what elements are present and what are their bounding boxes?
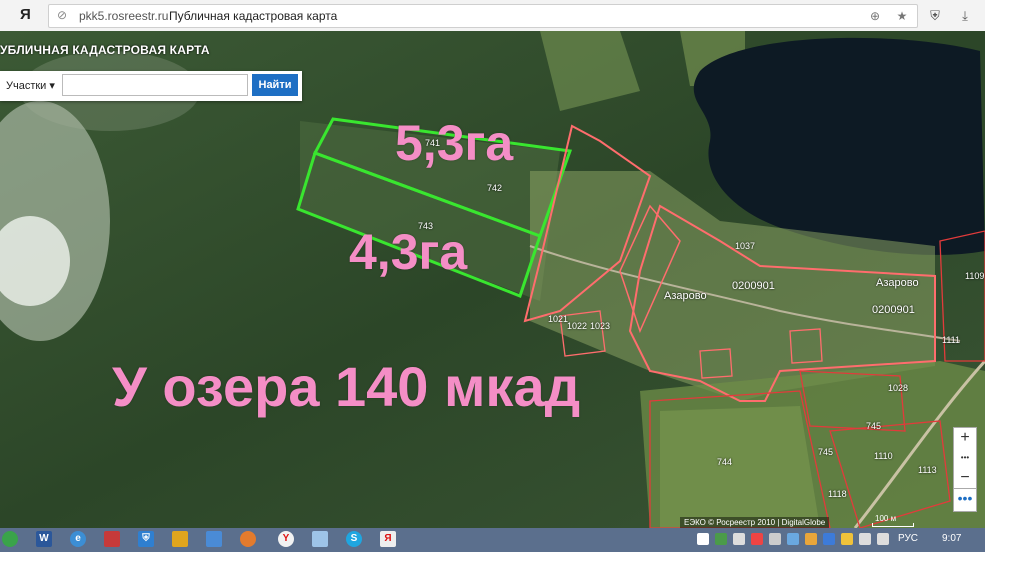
parcel-number[interactable]: 1111 [942, 335, 960, 345]
village-code: 0200901 [872, 304, 915, 316]
yandex-browser-icon[interactable]: Y [278, 531, 294, 547]
parcel-number[interactable]: 1118 [828, 489, 847, 499]
tray-app-icon[interactable] [697, 533, 709, 545]
village-code: 0200901 [732, 280, 775, 292]
cloud-icon[interactable] [733, 533, 745, 545]
parcel-number[interactable]: 1109 [965, 271, 984, 281]
parcel-number[interactable]: 1110 [874, 451, 893, 461]
cadastral-map[interactable]: УБЛИЧНАЯ КАДАСТРОВАЯ КАРТА Участки ▾ Най… [0, 31, 985, 528]
search-input[interactable] [62, 74, 248, 96]
image-icon[interactable] [206, 531, 222, 547]
start-icon[interactable] [2, 531, 18, 547]
bookmark-star-icon[interactable]: ★ [894, 8, 910, 24]
scale-label: 100 м [875, 514, 897, 523]
volume-icon[interactable] [877, 533, 889, 545]
parcel-number[interactable]: 744 [717, 457, 732, 467]
network-icon[interactable] [859, 533, 871, 545]
search-button[interactable]: Найти [252, 74, 298, 96]
parcel-number[interactable]: 1022 [567, 321, 587, 331]
yandex-icon[interactable]: Я [380, 531, 396, 547]
media-icon[interactable] [104, 531, 120, 547]
satellite-imagery [0, 31, 985, 528]
tray-app-icon[interactable] [715, 533, 727, 545]
notepad-icon[interactable] [312, 531, 328, 547]
zoom-level-dots[interactable]: ••• [954, 448, 976, 468]
parcel-number[interactable]: 745 [818, 447, 833, 457]
download-icon[interactable]: ⤓ [956, 7, 974, 25]
headline-annotation: У озера 140 мкад [112, 355, 581, 418]
app-icon[interactable] [240, 531, 256, 547]
tray-app-icon[interactable] [805, 533, 817, 545]
app-title: УБЛИЧНАЯ КАДАСТРОВАЯ КАРТА [0, 43, 210, 57]
zoom-control: + ••• − [953, 427, 977, 489]
translate-icon[interactable]: ⊕ [867, 8, 883, 24]
language-indicator[interactable]: РУС [898, 533, 918, 544]
zoom-in-button[interactable]: + [954, 428, 976, 448]
word-icon[interactable]: W [36, 531, 52, 547]
parcel-number[interactable]: 1021 [548, 314, 568, 324]
clock[interactable]: 9:07 [942, 533, 961, 544]
tray-app-icon[interactable] [841, 533, 853, 545]
more-tools-button[interactable]: ••• [953, 488, 977, 512]
address-bar[interactable]: ⊘ pkk5.rosreestr.ru Публичная кадастрова… [48, 4, 918, 28]
zoom-out-button[interactable]: − [954, 468, 976, 488]
parcel-number[interactable]: 1037 [735, 241, 755, 251]
map-attribution: ЕЭКО © Росреестр 2010 | DigitalGlobe [680, 517, 830, 528]
parcel-number[interactable]: 742 [487, 183, 502, 193]
parcel-number[interactable]: 1023 [590, 321, 610, 331]
protect-shield-icon[interactable]: ⛨ [926, 7, 944, 25]
scale-bar [872, 523, 914, 527]
folder-icon[interactable] [172, 531, 188, 547]
site-info-icon[interactable]: ⊘ [57, 8, 67, 22]
tray-app-icon[interactable] [823, 533, 835, 545]
village-label: Азарово [876, 277, 919, 289]
bottom-margin [0, 552, 1024, 575]
area-annotation-1: 5,3га [395, 115, 514, 171]
url-domain: pkk5.rosreestr.ru [79, 9, 169, 23]
parcel-number[interactable]: 1113 [918, 465, 937, 475]
browser-toolbar: Я ⊘ pkk5.rosreestr.ru Публичная кадастро… [0, 0, 985, 32]
village-label: Азарово [664, 290, 707, 302]
ie-icon[interactable]: e [70, 531, 86, 547]
shield-icon[interactable]: ⛨ [138, 531, 154, 547]
area-annotation-2: 4,3га [349, 224, 468, 280]
right-margin [985, 0, 1024, 575]
page-title: Публичная кадастровая карта [169, 9, 338, 23]
windows-taskbar: W e ⛨ Y S Я РУС 9:07 [0, 528, 985, 552]
parcel-number[interactable]: 745 [866, 421, 881, 431]
skype-icon[interactable]: S [346, 531, 362, 547]
yandex-logo-icon[interactable]: Я [20, 6, 31, 23]
search-type-dropdown[interactable]: Участки ▾ [6, 76, 62, 96]
tray-app-icon[interactable] [769, 533, 781, 545]
bluetooth-icon[interactable] [787, 533, 799, 545]
search-panel: Участки ▾ Найти [0, 71, 302, 101]
tray-app-icon[interactable] [751, 533, 763, 545]
parcel-number[interactable]: 1028 [888, 383, 908, 393]
